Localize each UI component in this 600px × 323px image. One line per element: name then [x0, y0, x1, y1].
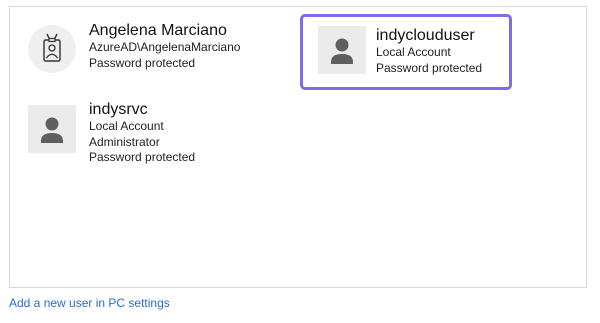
- person-icon: [331, 38, 353, 64]
- user-account: Local Account: [376, 45, 451, 59]
- user-list-panel: Angelena Marciano AzureAD\AngelenaMarcia…: [9, 6, 587, 288]
- user-tile-indysrvc[interactable]: indysrvc Local Account Administrator Pas…: [24, 95, 274, 171]
- user-account: Local Account: [89, 119, 164, 133]
- user-password-status: Password protected: [89, 55, 196, 70]
- user-name: indyclouduser: [376, 27, 475, 44]
- add-user-link[interactable]: Add a new user in PC settings: [9, 296, 170, 310]
- user-name: Angelena Marciano: [89, 22, 227, 39]
- user-tile-indyclouduser[interactable]: indyclouduser Local Account Password pro…: [300, 14, 512, 90]
- user-password-status: Password protected: [376, 60, 483, 75]
- avatar: [318, 26, 366, 74]
- user-name: indysrvc: [89, 101, 148, 118]
- id-badge-icon: [43, 33, 61, 62]
- user-tile-angelena-marciano[interactable]: Angelena Marciano AzureAD\AngelenaMarcia…: [24, 21, 274, 81]
- avatar: [28, 105, 76, 153]
- avatar: [28, 25, 76, 73]
- user-password-status: Password protected: [89, 150, 196, 164]
- user-account: AzureAD\AngelenaMarciano: [89, 40, 241, 54]
- user-role: Administrator: [89, 134, 160, 149]
- person-icon: [41, 117, 63, 143]
